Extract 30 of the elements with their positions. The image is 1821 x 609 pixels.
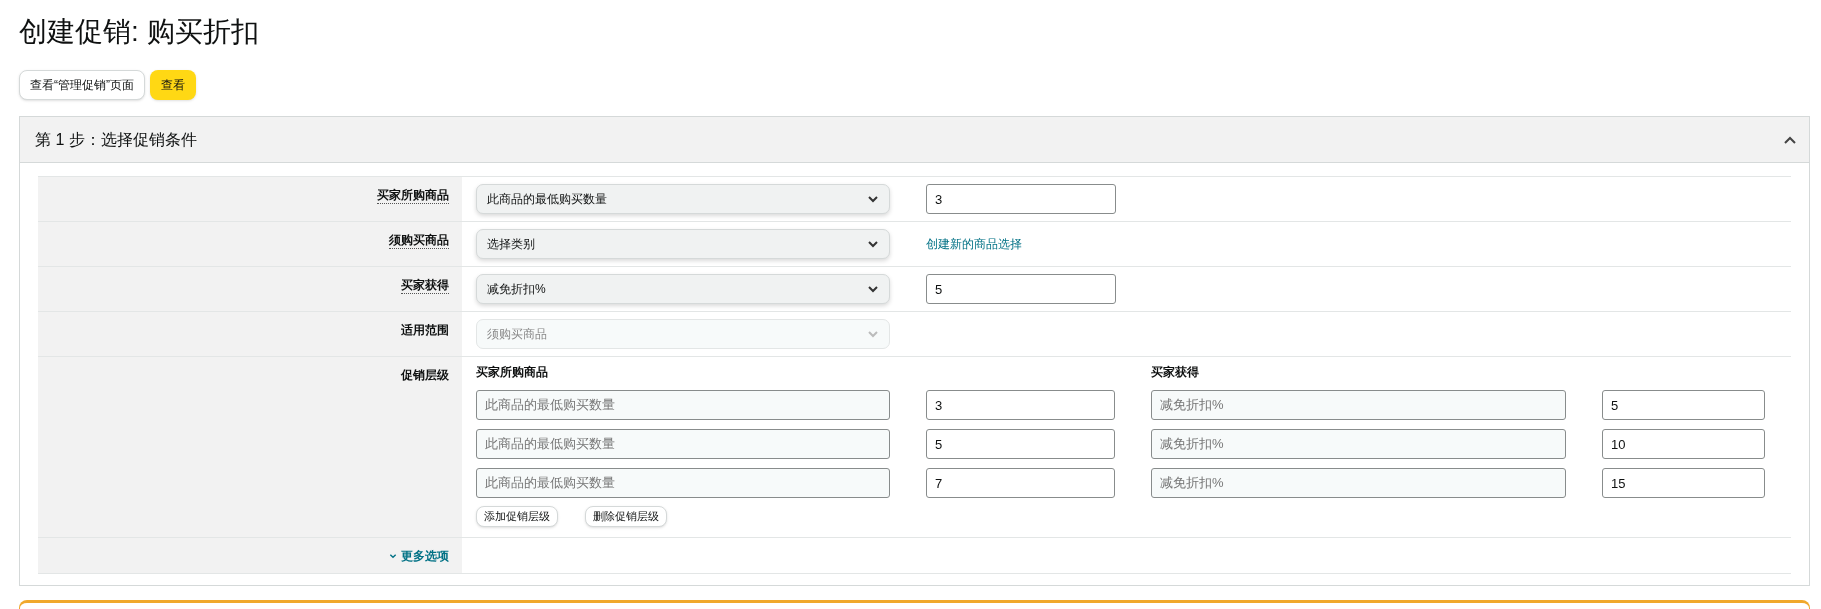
- chevron-down-icon: [867, 238, 879, 250]
- select-field[interactable]: 此商品的最低购买数量: [476, 184, 890, 214]
- column-header: 买家获得: [1151, 364, 1199, 381]
- manage-promotions-button[interactable]: 查看“管理促销”页面: [19, 70, 145, 100]
- quantity-field[interactable]: 3: [926, 390, 1115, 420]
- field-label: 买家所购商品: [377, 186, 449, 204]
- input-field[interactable]: 5: [926, 274, 1116, 304]
- add-tier-button[interactable]: 添加促销层级: [476, 506, 558, 527]
- field-label: 买家获得: [401, 276, 449, 294]
- field-label: 促销层级: [401, 367, 449, 384]
- step-title: 第 1 步：选择促销条件: [35, 129, 197, 150]
- amount-field[interactable]: 5: [1602, 390, 1765, 420]
- quantity-field[interactable]: 7: [926, 468, 1115, 498]
- field-label: 须购买商品: [389, 231, 449, 249]
- select-field[interactable]: 选择类别: [476, 229, 890, 259]
- amount-field[interactable]: 15: [1602, 468, 1765, 498]
- input-field[interactable]: 3: [926, 184, 1116, 214]
- create-link[interactable]: 创建新的商品选择: [926, 235, 1022, 253]
- select-field[interactable]: 减免折扣%: [476, 274, 890, 304]
- chevron-down-icon: [867, 193, 879, 205]
- chevron-down-icon: [867, 283, 879, 295]
- quantity-field[interactable]: 5: [926, 429, 1115, 459]
- view-button[interactable]: 查看: [150, 70, 196, 100]
- field-label: 适用范围: [401, 322, 449, 339]
- more-options-link[interactable]: 更多选项: [389, 546, 449, 565]
- chevron-down-icon: [867, 328, 879, 340]
- remove-tier-button[interactable]: 删除促销层级: [585, 506, 667, 527]
- page-title: 创建促销: 购买折扣: [19, 15, 260, 49]
- column-header: 买家所购商品: [476, 364, 549, 381]
- amount-field[interactable]: 10: [1602, 429, 1765, 459]
